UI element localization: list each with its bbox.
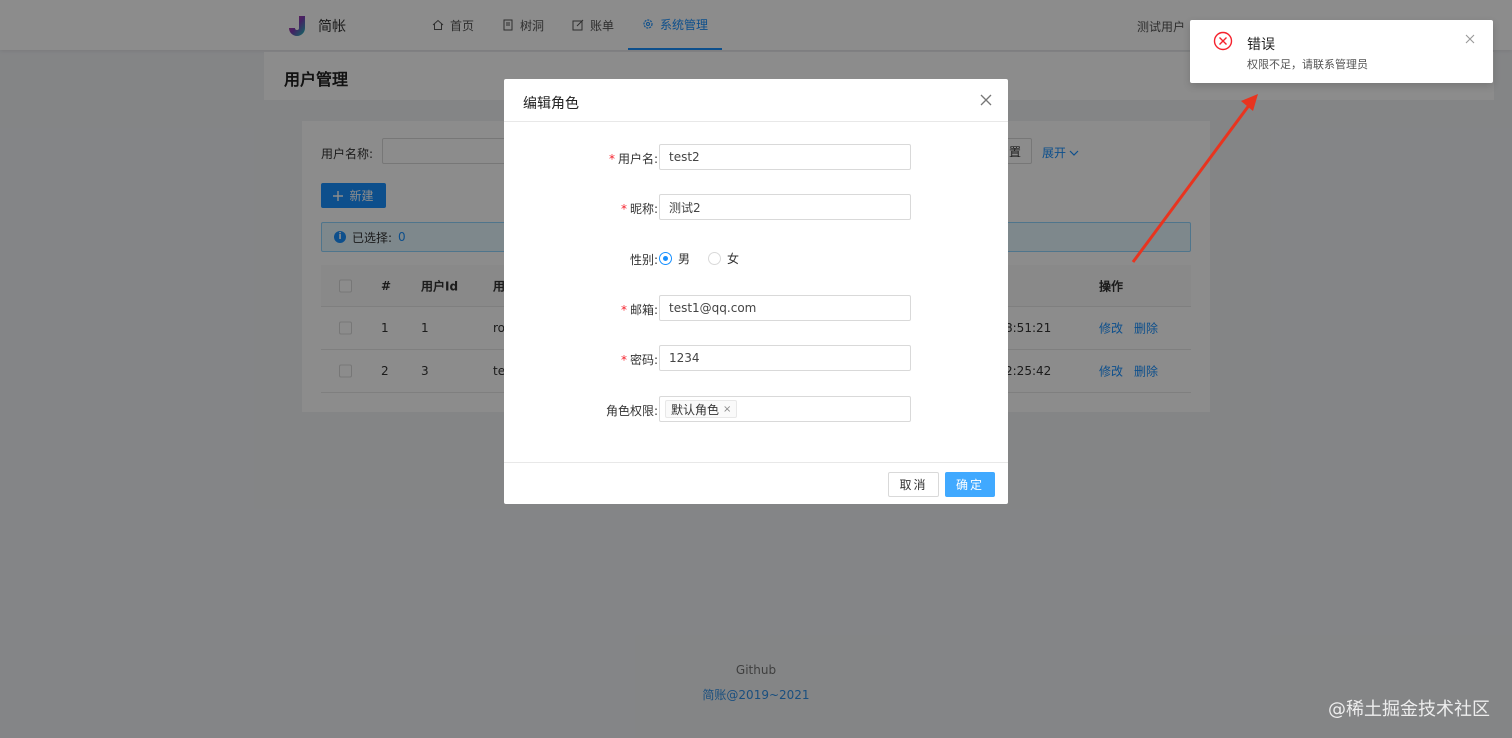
nickname-label: * 昵称: — [620, 202, 658, 216]
cancel-button[interactable]: 取消 — [888, 472, 939, 497]
footer-github-link[interactable]: Github — [0, 663, 1512, 677]
error-circle-icon — [1213, 31, 1233, 51]
edit-role-modal: 编辑角色 * 用户名: test2 * 昵称: 测试2 性别: 男 女 * 邮箱: t… — [504, 79, 1008, 504]
email-field[interactable]: test1@qq.com — [659, 295, 911, 321]
role-tag-label: 默认角色 — [671, 402, 720, 417]
gender-male-label[interactable]: 男 — [678, 250, 690, 267]
role-select[interactable]: 默认角色 × — [659, 396, 911, 422]
password-field[interactable]: 1234 — [659, 345, 911, 371]
gender-female-radio[interactable] — [708, 252, 722, 265]
error-notification: 错误 权限不足，请联系管理员 — [1190, 20, 1493, 83]
username-field[interactable]: test2 — [659, 144, 911, 170]
nickname-field[interactable]: 测试2 — [659, 194, 911, 220]
gender-female-label[interactable]: 女 — [727, 250, 739, 267]
password-label: * 密码: — [620, 353, 658, 367]
username-label: * 用户名: — [608, 152, 658, 166]
notification-title: 错误 — [1247, 37, 1275, 53]
form-row-username: * 用户名: test2 — [504, 144, 1008, 170]
role-tag: 默认角色 × — [665, 400, 738, 418]
tag-close-icon[interactable]: × — [723, 404, 731, 415]
modal-header: 编辑角色 — [504, 79, 1008, 122]
email-label: * 邮箱: — [620, 303, 658, 317]
footer-copyright[interactable]: 简账@2019~2021 — [0, 686, 1512, 703]
modal-title: 编辑角色 — [523, 96, 579, 112]
watermark: @稀土掘金技术社区 — [1328, 699, 1490, 720]
form-row-nickname: * 昵称: 测试2 — [504, 194, 1008, 220]
close-icon[interactable] — [1465, 34, 1475, 44]
gender-male-radio[interactable] — [659, 252, 672, 265]
form-row-role: 角色权限: 默认角色 × — [504, 396, 1008, 422]
form-row-email: * 邮箱: test1@qq.com — [504, 295, 1008, 321]
ok-button[interactable]: 确定 — [945, 472, 995, 497]
gender-label: 性别: — [629, 253, 658, 267]
form-row-gender: 性别: 男 女 — [504, 245, 1008, 271]
close-icon[interactable] — [978, 92, 994, 108]
role-label: 角色权限: — [605, 404, 658, 418]
gender-radio-group: 男 女 — [659, 250, 751, 267]
form-row-password: * 密码: 1234 — [504, 345, 1008, 371]
modal-footer: 取消 确定 — [504, 462, 1008, 504]
notification-description: 权限不足，请联系管理员 — [1247, 58, 1368, 71]
